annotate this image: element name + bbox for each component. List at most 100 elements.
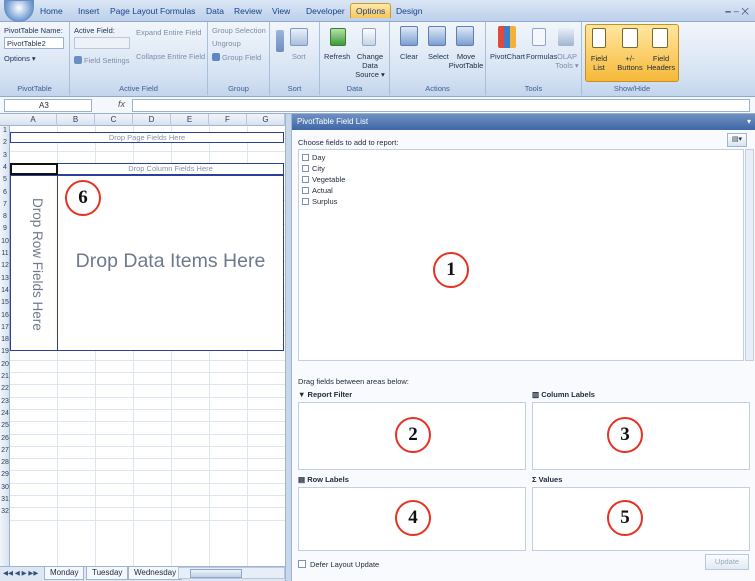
row-header[interactable]: 30: [0, 484, 10, 496]
layout-menu-button[interactable]: ▤▾: [727, 133, 747, 147]
pane-splitter[interactable]: [285, 114, 292, 581]
group-field-button[interactable]: Group Field: [222, 53, 261, 62]
field-checkbox[interactable]: [302, 165, 309, 172]
column-header-c[interactable]: C: [95, 114, 133, 126]
row-header[interactable]: 19: [0, 348, 10, 360]
field-list-button[interactable]: Field List: [586, 54, 612, 72]
field-checkbox[interactable]: [302, 198, 309, 205]
field-settings-button[interactable]: Field Settings: [84, 56, 129, 65]
sort-az-icon[interactable]: [276, 30, 284, 52]
olap-tools-button[interactable]: OLAP Tools ▾: [554, 52, 580, 70]
row-header[interactable]: 32: [0, 508, 10, 520]
group-selection-button[interactable]: Group Selection: [212, 26, 266, 35]
expand-entire-field-button[interactable]: Expand Entire Field: [136, 28, 201, 37]
row-header[interactable]: 5: [0, 176, 10, 188]
row-header[interactable]: 21: [0, 373, 10, 385]
tab-insert[interactable]: Insert: [78, 6, 99, 16]
row-header[interactable]: 4: [0, 164, 10, 176]
row-header[interactable]: 22: [0, 385, 10, 397]
fx-icon[interactable]: fx: [118, 99, 125, 109]
change-data-source-button[interactable]: Change Data Source ▾: [352, 52, 388, 79]
row-header[interactable]: 14: [0, 287, 10, 299]
row-header[interactable]: 10: [0, 238, 10, 250]
selected-cell-a3[interactable]: [10, 163, 58, 175]
tab-design[interactable]: Design: [396, 6, 422, 16]
pivottable-name-input[interactable]: PivotTable2: [4, 37, 64, 49]
row-header[interactable]: 1: [0, 127, 10, 139]
field-item-surplus[interactable]: Surplus: [302, 197, 337, 207]
tab-options[interactable]: Options: [350, 3, 392, 18]
field-list-scrollbar[interactable]: [745, 149, 754, 361]
clear-button[interactable]: Clear: [400, 52, 418, 61]
row-header[interactable]: 24: [0, 410, 10, 422]
refresh-button[interactable]: Refresh: [324, 52, 350, 61]
name-box[interactable]: A3: [4, 99, 92, 112]
column-header-a[interactable]: A: [10, 114, 57, 126]
window-controls[interactable]: 🗕 – ✕: [725, 4, 749, 20]
field-item-day[interactable]: Day: [302, 153, 325, 163]
select-button[interactable]: Select: [428, 52, 449, 61]
row-header[interactable]: 13: [0, 275, 10, 287]
pivotchart-button[interactable]: PivotChart: [490, 52, 525, 61]
row-header[interactable]: 28: [0, 459, 10, 471]
field-headers-button[interactable]: Field Headers: [646, 54, 676, 72]
row-header[interactable]: 8: [0, 213, 10, 225]
move-pivottable-button[interactable]: Move PivotTable: [448, 52, 484, 70]
field-item-city[interactable]: City: [302, 164, 325, 174]
sheet-tab-monday[interactable]: Monday: [44, 567, 85, 580]
values-area[interactable]: 5: [532, 487, 750, 551]
tab-page-layout[interactable]: Page Layout: [110, 6, 158, 16]
column-header-g[interactable]: G: [247, 114, 285, 126]
tab-view[interactable]: View: [272, 6, 290, 16]
options-button[interactable]: Options ▾: [4, 54, 36, 63]
column-header-f[interactable]: F: [209, 114, 247, 126]
sort-button[interactable]: Sort: [292, 52, 306, 61]
formulas-button[interactable]: Formulas: [526, 52, 557, 61]
tab-developer[interactable]: Developer: [306, 6, 345, 16]
column-header-d[interactable]: D: [133, 114, 171, 126]
row-header[interactable]: 23: [0, 398, 10, 410]
formula-input[interactable]: [132, 99, 750, 112]
row-header[interactable]: 27: [0, 447, 10, 459]
column-labels-area[interactable]: 3: [532, 402, 750, 470]
field-list-menu-icon[interactable]: ▾: [747, 114, 751, 130]
row-header[interactable]: 9: [0, 225, 10, 237]
horizontal-scroll-thumb[interactable]: [190, 569, 242, 578]
plus-minus-buttons-button[interactable]: +/- Buttons: [616, 54, 644, 72]
field-checkbox[interactable]: [302, 187, 309, 194]
ungroup-button[interactable]: Ungroup: [212, 39, 241, 48]
tab-review[interactable]: Review: [234, 6, 262, 16]
field-item-vegetable[interactable]: Vegetable: [302, 175, 345, 185]
row-header[interactable]: 15: [0, 299, 10, 311]
column-fields-drop-zone[interactable]: Drop Column Fields Here: [57, 163, 284, 175]
row-header[interactable]: 3: [0, 152, 10, 164]
row-header[interactable]: 12: [0, 262, 10, 274]
row-header[interactable]: 25: [0, 422, 10, 434]
column-header-b[interactable]: B: [57, 114, 95, 126]
row-header[interactable]: 31: [0, 496, 10, 508]
field-item-actual[interactable]: Actual: [302, 186, 333, 196]
row-header[interactable]: 11: [0, 250, 10, 262]
row-header[interactable]: 20: [0, 361, 10, 373]
update-button[interactable]: Update: [705, 554, 749, 570]
field-checkbox[interactable]: [302, 176, 309, 183]
sheet-tab-tuesday[interactable]: Tuesday: [86, 567, 129, 580]
row-header[interactable]: 26: [0, 435, 10, 447]
row-header[interactable]: 17: [0, 324, 10, 336]
row-fields-drop-zone[interactable]: Drop Row Fields Here: [10, 175, 58, 351]
sheet-nav-arrows[interactable]: ◀◀ ◀ ▶ ▶▶: [3, 569, 38, 577]
tab-data[interactable]: Data: [206, 6, 224, 16]
row-header[interactable]: 6: [0, 189, 10, 201]
field-checkbox[interactable]: [302, 154, 309, 161]
tab-formulas[interactable]: Formulas: [160, 6, 195, 16]
office-button[interactable]: [4, 0, 34, 22]
sheet-tab-wednesday[interactable]: Wednesday: [128, 567, 183, 580]
defer-layout-checkbox[interactable]: [298, 560, 306, 568]
page-fields-drop-zone[interactable]: Drop Page Fields Here: [10, 132, 284, 143]
row-labels-area[interactable]: 4: [298, 487, 526, 551]
row-header[interactable]: 29: [0, 471, 10, 483]
active-field-input[interactable]: [74, 37, 130, 49]
row-header[interactable]: 16: [0, 312, 10, 324]
row-header[interactable]: 18: [0, 336, 10, 348]
row-header[interactable]: 2: [0, 139, 10, 151]
